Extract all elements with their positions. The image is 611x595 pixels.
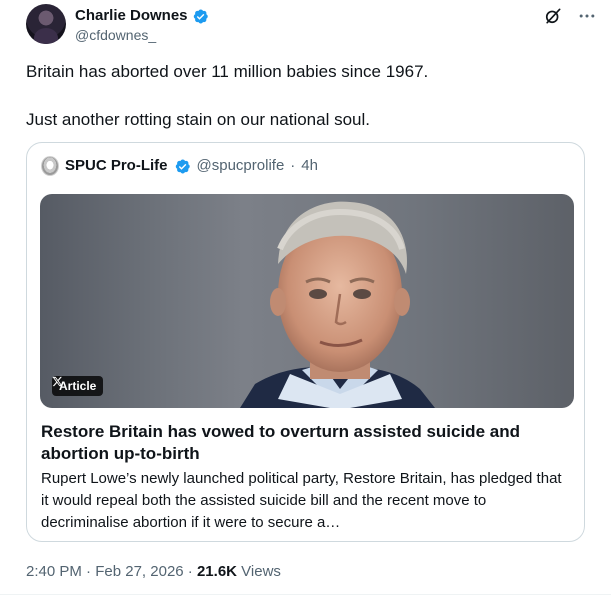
post-date[interactable]: Feb 27, 2026 <box>95 563 183 580</box>
header-separator: · <box>290 157 296 174</box>
quoted-author-name[interactable]: SPUC Pro-Life <box>65 156 168 176</box>
author-avatar[interactable] <box>26 4 66 44</box>
portrait-illustration <box>240 201 435 408</box>
article-badge: Article <box>52 376 104 396</box>
article-badge-label: Article <box>59 379 97 393</box>
tweet-paragraph: Britain has aborted over 11 million babi… <box>26 62 429 81</box>
post-metadata: 2:40 PM · Feb 27, 2026 · 21.6K Views <box>26 562 281 582</box>
quoted-post-card[interactable]: SPUC Pro-Life @spucprolife · 4h Article … <box>26 142 585 542</box>
quoted-post-header: SPUC Pro-Life @spucprolife · 4h <box>41 156 318 176</box>
quoted-post-time[interactable]: 4h <box>301 156 318 176</box>
meta-separator: · <box>86 563 92 580</box>
tweet-paragraph: Just another rotting stain on our nation… <box>26 110 370 129</box>
x-logo-icon <box>52 376 63 387</box>
verified-badge-icon <box>193 9 208 23</box>
views-count[interactable]: 21.6K <box>197 563 237 580</box>
author-name-row[interactable]: Charlie Downes <box>75 6 209 26</box>
author-name[interactable]: Charlie Downes <box>75 6 188 26</box>
tweet-text: Britain has aborted over 11 million babi… <box>26 60 586 132</box>
quoted-author-avatar[interactable] <box>41 156 59 176</box>
post-time[interactable]: 2:40 PM <box>26 563 82 580</box>
verified-badge-icon <box>175 159 190 173</box>
more-icon[interactable] <box>577 6 597 26</box>
quoted-author-handle[interactable]: @spucprolife <box>197 156 285 176</box>
grok-icon[interactable] <box>543 6 563 26</box>
article-cover-image[interactable]: Article <box>40 194 574 408</box>
article-title[interactable]: Restore Britain has vowed to overturn as… <box>41 421 561 465</box>
author-handle[interactable]: @cfdownes_ <box>75 26 156 44</box>
article-summary: Rupert Lowe’s newly launched political p… <box>41 470 562 531</box>
meta-separator: · <box>187 563 193 580</box>
views-label: Views <box>241 563 281 580</box>
top-actions <box>543 6 597 26</box>
